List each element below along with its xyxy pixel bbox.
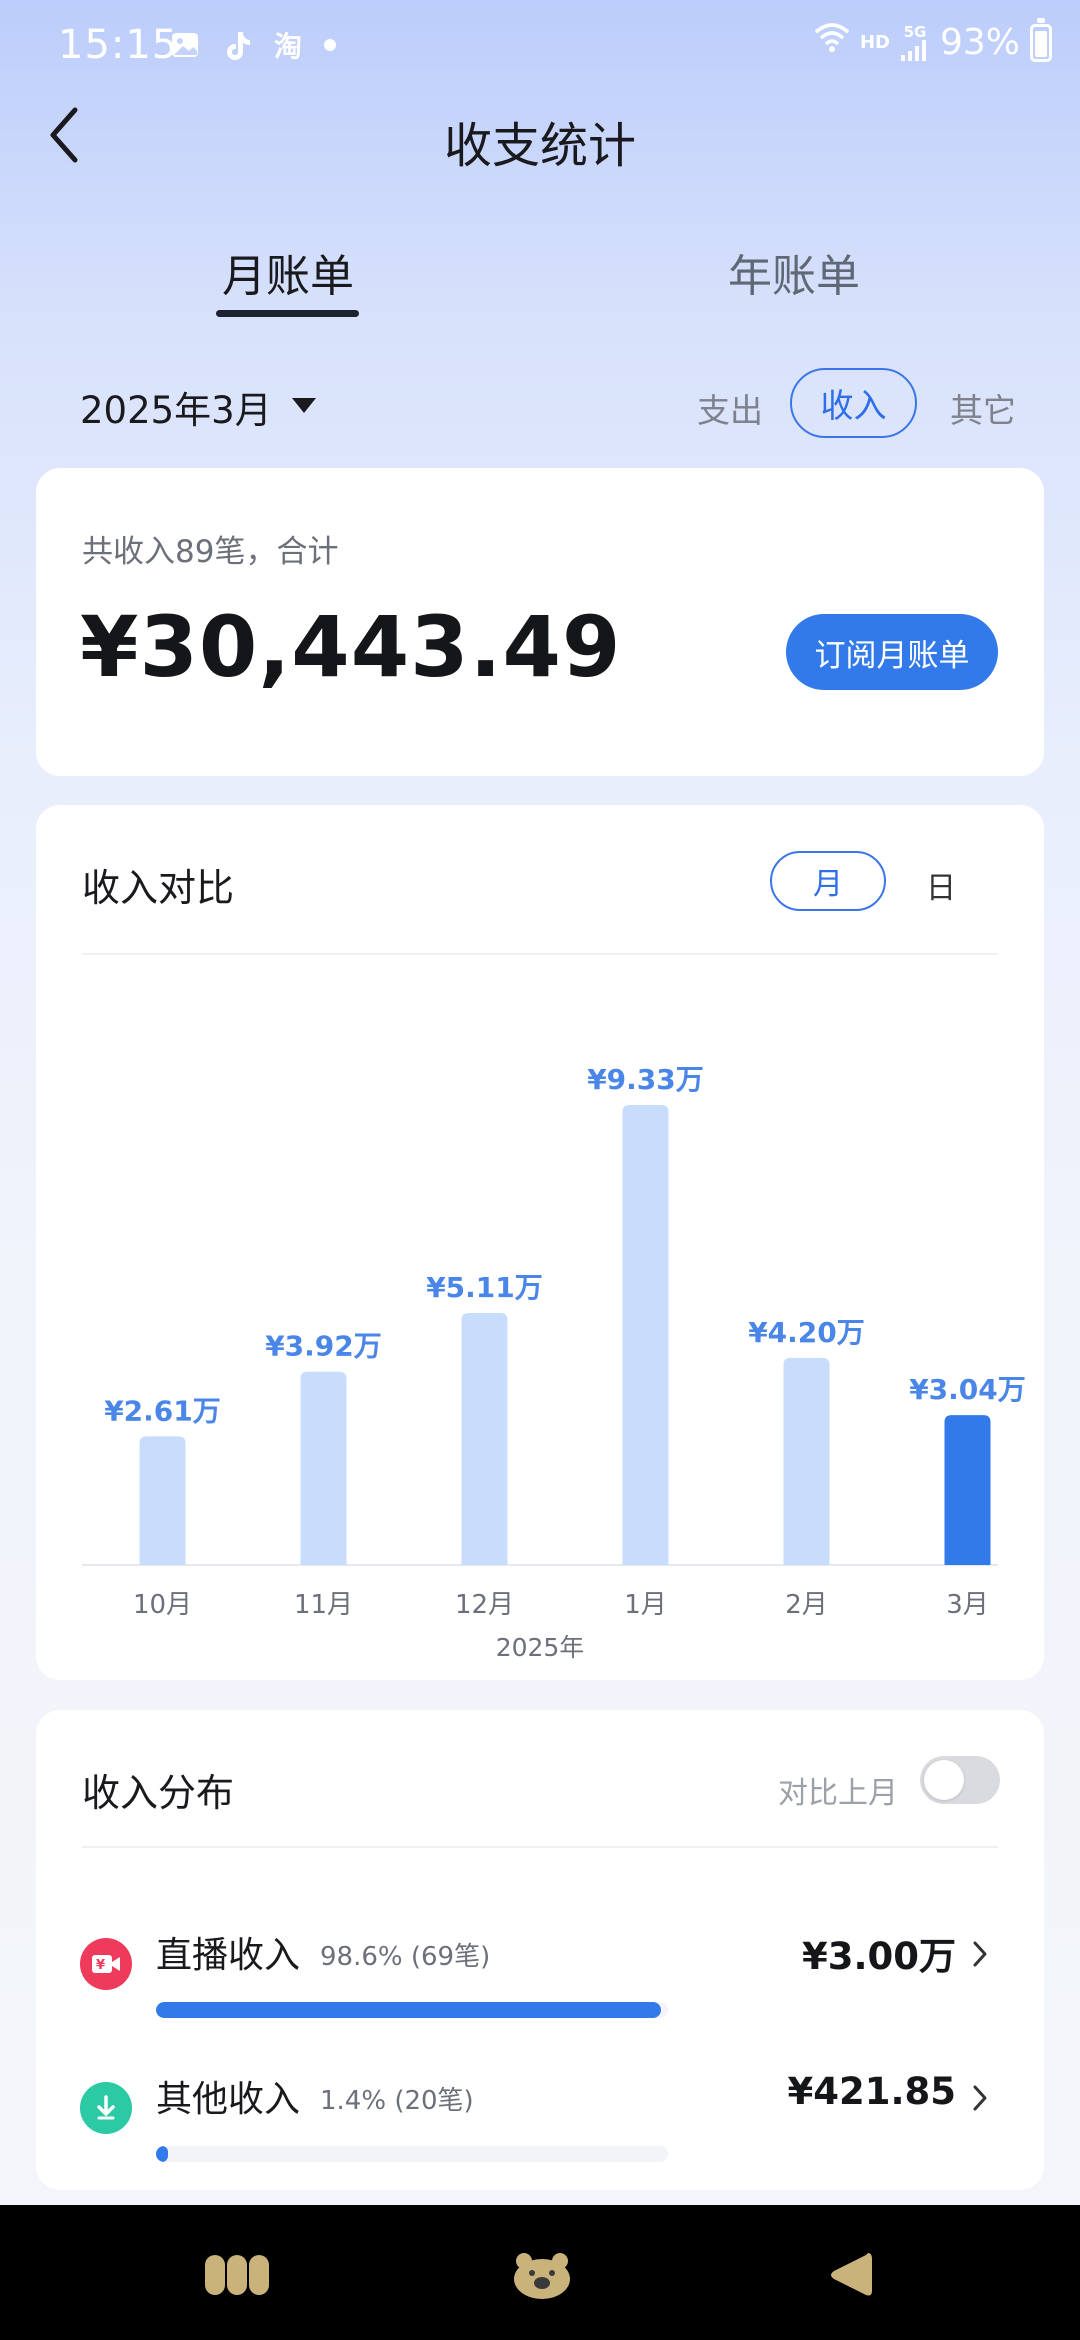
filter-income[interactable]: 收入	[790, 368, 917, 438]
tiktok-icon	[220, 28, 254, 62]
item-name: 其他收入	[156, 2079, 301, 2120]
home-bear-icon	[514, 2253, 570, 2299]
share-bar-track	[156, 2146, 668, 2162]
signal-icon: 5G	[900, 22, 930, 61]
chart-value-label: ¥4.20万	[748, 1316, 865, 1349]
compare-last-month-label: 对比上月	[778, 1776, 898, 1811]
chart-value-label: ¥2.61万	[104, 1394, 221, 1427]
gallery-icon	[168, 28, 202, 62]
chart-value-label: ¥9.33万	[587, 1063, 704, 1096]
item-name: 直播收入	[156, 1935, 301, 1976]
item-amount: ¥3.00万	[801, 1935, 956, 1978]
recent-apps-icon	[205, 2255, 269, 2295]
distribution-item-other[interactable]: 其他收入 1.4% (20笔) ¥421.85	[36, 2064, 1044, 2174]
battery-percent: 93%	[939, 22, 1020, 63]
toggle-knob	[924, 1760, 964, 1800]
chart-bar[interactable]	[944, 1415, 991, 1565]
total-caption: 共收入89笔，合计	[82, 534, 339, 570]
filter-other[interactable]: 其它	[950, 384, 1016, 432]
total-amount: ¥30,443.49	[80, 598, 622, 696]
back-nav-button[interactable]	[810, 2245, 890, 2305]
distribution-title: 收入分布	[82, 1771, 235, 1815]
filter-expense[interactable]: 支出	[697, 384, 763, 432]
chart-bar[interactable]	[139, 1436, 186, 1565]
tab-monthly-bill[interactable]: 月账单	[222, 240, 354, 304]
income-bar-chart: ¥2.61万 10月 ¥3.92万 11月 ¥5.11万 12月 ¥9.33万 1月 ¥4.20…	[82, 1063, 1026, 1620]
svg-text:¥: ¥	[96, 1958, 105, 1973]
page-title: 收支统计	[443, 118, 636, 174]
total-card: 共收入89笔，合计 ¥30,443.49 订阅月账单	[36, 468, 1044, 776]
selected-month: 2025年3月	[80, 389, 272, 432]
home-button[interactable]	[502, 2245, 582, 2305]
tab-yearly-bill[interactable]: 年账单	[728, 240, 860, 304]
chart-category-label: 1月	[624, 1590, 667, 1620]
share-bar-track	[156, 2002, 668, 2018]
status-bar: 15:15 淘 HD 5G 93%	[0, 0, 1080, 96]
battery-icon	[1030, 17, 1052, 62]
chart-bar[interactable]	[783, 1357, 830, 1565]
5g-indicator: 5G	[903, 22, 927, 41]
recent-apps-button[interactable]	[198, 2245, 278, 2305]
distribution-item-live[interactable]: ¥ 直播收入 98.6% (69笔) ¥3.00万	[36, 1920, 1044, 2030]
hd-indicator: HD	[859, 32, 890, 53]
income-compare-card: 收入对比 月 日 ¥2.61万 10月 ¥3.92万 11月 ¥5.11万 12月 ¥9.3…	[36, 805, 1044, 1680]
share-bar-fill	[156, 2002, 661, 2018]
chart-category-label: 10月	[133, 1590, 192, 1620]
chevron-right-icon	[972, 1934, 994, 1974]
chart-category-label: 11月	[294, 1590, 353, 1620]
chart-value-label: ¥5.11万	[426, 1271, 543, 1304]
item-share: 98.6% (69笔)	[320, 1942, 491, 1972]
status-time: 15:15	[58, 22, 179, 68]
chart-value-label: ¥3.92万	[265, 1330, 382, 1363]
item-share: 1.4% (20笔)	[320, 2086, 474, 2116]
back-triangle-icon	[831, 2253, 872, 2296]
more-notifications-dot	[324, 39, 336, 51]
taobao-icon: 淘	[272, 28, 306, 62]
system-navigation-bar	[0, 2205, 1080, 2340]
month-picker[interactable]: 2025年3月	[80, 380, 316, 434]
divider	[82, 1846, 998, 1848]
notification-icons: 淘	[168, 28, 336, 62]
caret-down-icon	[291, 397, 316, 413]
chart-category-label: 3月	[946, 1590, 989, 1620]
chart-category-label: 12月	[455, 1590, 514, 1620]
svg-text:淘: 淘	[274, 30, 302, 61]
yen-download-icon	[80, 2082, 132, 2134]
live-camera-icon: ¥	[80, 1938, 132, 1990]
chart-value-label: ¥3.04万	[909, 1373, 1026, 1406]
compare-last-month-toggle[interactable]	[920, 1756, 1000, 1804]
income-distribution-card: 收入分布 对比上月 ¥ 直播收入 98.6% (69笔) ¥3.00万 其他收入…	[36, 1710, 1044, 2190]
chart-year-label: 2025年	[495, 1633, 585, 1662]
subscribe-monthly-bill-button[interactable]: 订阅月账单	[786, 614, 998, 690]
share-bar-fill	[156, 2146, 169, 2162]
item-amount: ¥421.85	[787, 2070, 956, 2113]
chart-bar[interactable]	[461, 1313, 508, 1565]
status-right: HD 5G 93%	[814, 17, 1052, 63]
chart-bar[interactable]	[622, 1105, 669, 1565]
wifi-icon	[814, 22, 850, 63]
chevron-right-icon	[972, 2078, 994, 2118]
chart-bar[interactable]	[300, 1371, 347, 1565]
active-tab-indicator	[216, 310, 359, 317]
chart-category-label: 2月	[785, 1590, 828, 1620]
